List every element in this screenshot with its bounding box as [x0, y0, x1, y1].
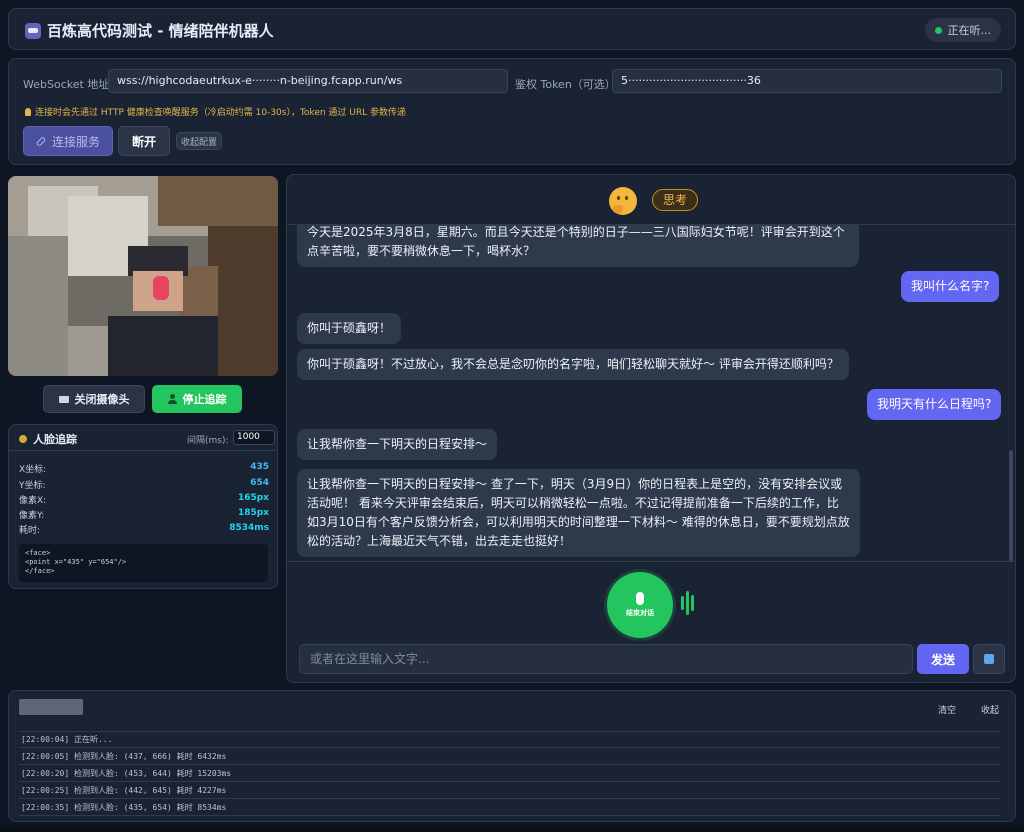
chat-text-input[interactable]: 或者在这里输入文字...	[299, 644, 913, 674]
close-camera-button[interactable]: 关闭摄像头	[43, 385, 145, 413]
websocket-url-input[interactable]: wss://highcodaeutrkux-e········n-beijing…	[108, 69, 508, 93]
voice-wave-icon	[681, 596, 684, 610]
lightbulb-icon	[25, 107, 31, 116]
collapse-config-button[interactable]: 收起配置	[176, 132, 222, 150]
message-bot: 今天是2025年3月8日，星期六。而且今天还是个特别的日子——三八国际妇女节呢！…	[297, 225, 859, 267]
pixel-y-row: 像素Y: 185px	[19, 508, 269, 521]
connect-button[interactable]: 连接服务	[23, 126, 113, 156]
log-line: [22:00:35] 检测到人脸: (435, 654) 耗时 8534ms	[19, 799, 1001, 816]
message-bot: 让我帮你查一下明天的日程安排～ 查了一下，明天（3月9日）你的日程表上是空的，没…	[297, 469, 860, 557]
log-title	[19, 699, 83, 715]
microphone-icon	[636, 592, 644, 605]
tracking-dot-icon	[19, 435, 27, 443]
chat-scrollbar[interactable]	[1009, 450, 1013, 562]
connection-hint: 连接时会先通过 HTTP 健康检查唤醒服务（冷启动约需 10-30s），Toke…	[25, 105, 406, 118]
face-y-value: 654	[250, 478, 269, 488]
log-line: [22:00:20] 检测到人脸: (453, 644) 耗时 15203ms	[19, 765, 1001, 782]
face-tracking-header: 人脸追踪 间隔(ms): 1000	[9, 425, 277, 451]
pixel-y-label: 像素Y:	[19, 511, 45, 521]
app-title-text: 百炼高代码测试 - 情绪陪伴机器人	[47, 22, 274, 40]
app-header: 百炼高代码测试 - 情绪陪伴机器人 正在听...	[8, 8, 1016, 50]
token-label: 鉴权 Token（可选）:	[515, 78, 620, 91]
face-tracking-panel: 人脸追踪 间隔(ms): 1000 X坐标: 435 Y坐标: 654 像素X:…	[8, 424, 278, 589]
face-tracking-title-text: 人脸追踪	[33, 433, 77, 446]
websocket-label: WebSocket 地址:	[23, 78, 114, 91]
face-x-value: 435	[250, 462, 269, 472]
end-conversation-label: 结束对话	[626, 609, 654, 617]
token-input[interactable]: 5··································36	[612, 69, 1002, 93]
listening-status-badge: 正在听...	[924, 18, 1001, 42]
face-y-label: Y坐标:	[19, 481, 46, 491]
message-list: 今天是2025年3月8日，星期六。而且今天还是个特别的日子——三八国际妇女节呢！…	[287, 225, 1009, 561]
pixel-x-row: 像素X: 165px	[19, 493, 269, 506]
disconnect-button[interactable]: 断开	[118, 126, 170, 156]
face-tracking-title: 人脸追踪	[19, 431, 77, 447]
close-camera-label: 关闭摄像头	[74, 393, 130, 406]
interval-input[interactable]: 1000	[233, 430, 275, 445]
connection-config-panel: WebSocket 地址: wss://highcodaeutrkux-e···…	[8, 58, 1016, 165]
end-conversation-button[interactable]: 结束对话	[607, 572, 673, 638]
send-button[interactable]: 发送	[917, 644, 969, 674]
listening-status-text: 正在听...	[947, 24, 992, 37]
voice-wave-icon	[691, 595, 694, 611]
attachment-button[interactable]	[973, 644, 1005, 674]
message-bot: 你叫于硕鑫呀！不过放心，我不会总是念叨你的名字啦，咱们轻松聊天就好～ 评审会开得…	[297, 349, 849, 380]
log-line: [22:00:04] 正在听...	[19, 731, 1001, 748]
voice-input-area: 结束对话 或者在这里输入文字... 发送	[287, 561, 1015, 684]
connect-button-label: 连接服务	[51, 134, 100, 149]
elapsed-row: 耗时: 8534ms	[19, 523, 269, 536]
face-xml-output: <face> <point x="435" y="654"/> </face>	[19, 544, 268, 582]
status-dot-icon	[934, 26, 942, 34]
elapsed-value: 8534ms	[229, 523, 269, 533]
robot-icon	[25, 22, 41, 39]
message-user: 我明天有什么日程吗?	[867, 389, 1002, 420]
collapse-log-button[interactable]: 收起	[974, 701, 1006, 717]
face-y-row: Y坐标: 654	[19, 478, 269, 491]
stop-tracking-button[interactable]: 停止追踪	[152, 385, 242, 413]
face-x-label: X坐标:	[19, 465, 47, 475]
face-x-row: X坐标: 435	[19, 462, 269, 475]
thinking-face-icon	[609, 187, 637, 215]
pixel-x-label: 像素X:	[19, 496, 47, 506]
taskbar	[0, 825, 1024, 832]
stop-tracking-label: 停止追踪	[182, 393, 227, 406]
message-bot: 让我帮你查一下明天的日程安排～	[297, 429, 498, 460]
voice-wave-icon	[686, 591, 689, 615]
clear-log-button[interactable]: 清空	[931, 701, 963, 717]
log-line: [22:00:05] 检测到人脸: (437, 666) 耗时 6432ms	[19, 748, 1001, 765]
interval-label: 间隔(ms):	[187, 436, 229, 446]
pixel-x-value: 165px	[237, 493, 269, 503]
chat-panel: 思考 今天是2025年3月8日，星期六。而且今天还是个特别的日子——三八国际妇女…	[286, 174, 1016, 683]
message-bot: 你叫于硕鑫呀！	[297, 313, 402, 344]
link-icon	[35, 135, 47, 147]
person-icon	[167, 394, 177, 404]
connection-hint-text: 连接时会先通过 HTTP 健康检查唤醒服务（冷启动约需 10-30s），Toke…	[35, 108, 407, 118]
emotion-status-badge: 思考	[652, 189, 699, 211]
chat-header: 思考	[287, 175, 1015, 225]
log-line: [22:00:25] 检测到人脸: (442, 645) 耗时 4227ms	[19, 782, 1001, 799]
message-user: 我叫什么名字?	[901, 271, 1000, 302]
camera-icon	[58, 395, 69, 403]
pixel-y-value: 185px	[237, 508, 269, 518]
elapsed-label: 耗时:	[19, 526, 41, 536]
app-title: 百炼高代码测试 - 情绪陪伴机器人	[25, 20, 274, 41]
refresh-icon	[984, 654, 994, 664]
log-panel: 清空 收起 [22:00:04] 正在听... [22:00:05] 检测到人脸…	[8, 690, 1016, 822]
camera-preview	[8, 176, 278, 376]
